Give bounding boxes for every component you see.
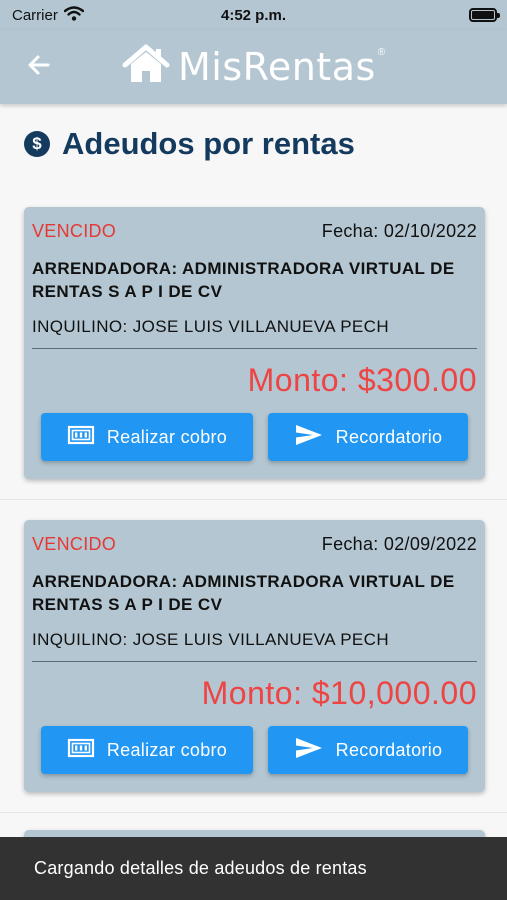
carrier-label: Carrier xyxy=(12,6,58,24)
reminder-label: Recordatorio xyxy=(335,739,443,760)
registered-mark: ® xyxy=(377,47,386,58)
snackbar-message: Cargando detalles de adeudos de rentas xyxy=(34,858,367,878)
send-icon xyxy=(294,423,324,452)
debt-card: VENCIDO Fecha: 02/10/2022 ARRENDADORA: A… xyxy=(24,207,485,479)
collect-payment-label: Realizar cobro xyxy=(106,426,228,447)
reminder-label: Recordatorio xyxy=(335,426,443,447)
card-divider xyxy=(32,348,477,349)
back-button[interactable] xyxy=(22,50,56,84)
landlord-label: ARRENDADORA: ADMINISTRADORA VIRTUAL DE R… xyxy=(32,572,455,614)
collect-payment-label: Realizar cobro xyxy=(106,739,228,760)
list-separator xyxy=(0,499,507,500)
reminder-button[interactable]: Recordatorio xyxy=(268,726,468,774)
battery-icon xyxy=(469,8,500,22)
loading-snackbar: Cargando detalles de adeudos de rentas xyxy=(0,837,507,900)
arrow-left-icon xyxy=(26,52,52,83)
date-label: Fecha: 02/10/2022 xyxy=(321,221,477,241)
card-divider xyxy=(32,661,477,662)
list-separator xyxy=(0,812,507,813)
cash-icon xyxy=(67,424,95,451)
brand-logo: MisRentas ® xyxy=(122,44,391,89)
send-icon xyxy=(294,736,324,765)
house-icon xyxy=(122,44,170,89)
tenant-label: INQUILINO: JOSE LUIS VILLANUEVA PECH xyxy=(32,317,390,336)
page-title: $ Adeudos por rentas xyxy=(24,126,355,162)
status-label: VENCIDO xyxy=(32,534,117,554)
wifi-icon xyxy=(63,5,85,25)
date-label: Fecha: 02/09/2022 xyxy=(321,534,477,554)
brand-name: MisRentas xyxy=(178,44,376,89)
reminder-button[interactable]: Recordatorio xyxy=(268,413,468,461)
status-bar-left: Carrier xyxy=(12,5,85,25)
amount-label: Monto: $300.00 xyxy=(247,362,477,398)
tenant-label: INQUILINO: JOSE LUIS VILLANUEVA PECH xyxy=(32,630,390,649)
amount-label: Monto: $10,000.00 xyxy=(201,675,477,711)
app-bar: MisRentas ® xyxy=(0,30,507,104)
status-bar: Carrier 4:52 p.m. xyxy=(0,0,507,30)
cash-icon xyxy=(67,737,95,764)
debt-card: VENCIDO Fecha: 02/09/2022 ARRENDADORA: A… xyxy=(24,520,485,792)
collect-payment-button[interactable]: Realizar cobro xyxy=(41,413,253,461)
landlord-label: ARRENDADORA: ADMINISTRADORA VIRTUAL DE R… xyxy=(32,259,455,301)
dollar-circle-icon: $ xyxy=(24,131,50,157)
page-title-text: Adeudos por rentas xyxy=(62,126,355,161)
collect-payment-button[interactable]: Realizar cobro xyxy=(41,726,253,774)
status-label: VENCIDO xyxy=(32,221,117,241)
